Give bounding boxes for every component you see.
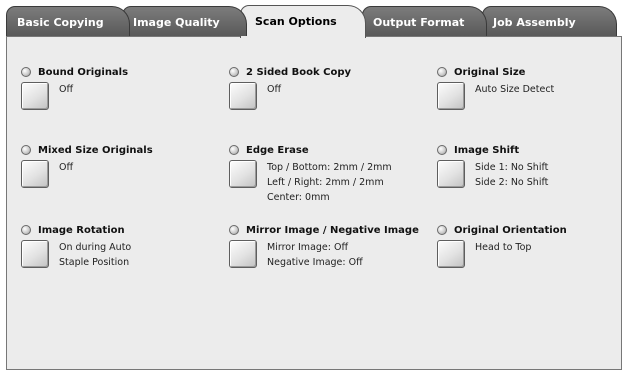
original-size-indicator-icon [437,67,447,77]
two-sided-book-copy-value: Off [267,84,282,95]
tab-basic-copying[interactable]: Basic Copying [6,6,130,36]
mixed-size-originals-indicator-icon [21,145,31,155]
original-orientation-value: Head to Top [475,242,532,253]
image-shift-button[interactable] [437,160,465,188]
edge-erase-title: Edge Erase [246,144,309,156]
original-orientation-indicator-icon [437,225,447,235]
original-orientation-option: Original Orientation Head to Top [437,223,567,268]
edge-erase-option: Edge Erase Top / Bottom: 2mm / 2mm Left … [229,143,392,203]
two-sided-book-copy-option: 2 Sided Book Copy Off [229,65,352,110]
image-shift-option: Image Shift Side 1: No Shift Side 2: No … [437,143,548,188]
tab-image-quality[interactable]: Image Quality [122,6,247,36]
edge-erase-center-value: Center: 0mm [267,192,330,203]
image-shift-side1-value: Side 1: No Shift [475,162,549,173]
image-rotation-title: Image Rotation [38,224,125,236]
edge-erase-indicator-icon [229,145,239,155]
edge-erase-button[interactable] [229,160,257,188]
original-size-title: Original Size [454,66,526,78]
tab-job-assembly[interactable]: Job Assembly [482,6,617,36]
negative-image-value: Negative Image: Off [267,257,363,268]
mixed-size-originals-button[interactable] [21,160,49,188]
two-sided-book-copy-button[interactable] [229,82,257,110]
mixed-size-originals-option: Mixed Size Originals Off [21,143,153,188]
image-rotation-option: Image Rotation On during Auto Staple Pos… [21,223,131,268]
image-rotation-value-line2: Staple Position [59,257,130,268]
image-rotation-indicator-icon [21,225,31,235]
tab-bar: Basic Copying Image Quality Scan Options… [0,0,628,38]
mirror-image-value: Mirror Image: Off [267,242,349,253]
edge-erase-top-bottom-value: Top / Bottom: 2mm / 2mm [267,162,392,173]
tab-output-format[interactable]: Output Format [362,6,487,36]
tab-scan-options[interactable]: Scan Options [240,5,366,38]
image-shift-side2-value: Side 2: No Shift [475,177,549,188]
two-sided-book-copy-indicator-icon [229,67,239,77]
bound-originals-title: Bound Originals [38,66,129,78]
mixed-size-originals-value: Off [59,162,74,173]
scan-options-panel: Bound Originals Off 2 Sided Book Copy Of… [6,36,622,370]
mirror-negative-image-button[interactable] [229,240,257,268]
mirror-negative-image-option: Mirror Image / Negative Image Mirror Ima… [229,223,419,268]
bound-originals-option: Bound Originals Off [21,65,129,110]
edge-erase-left-right-value: Left / Right: 2mm / 2mm [267,177,384,188]
original-size-option: Original Size Auto Size Detect [437,65,554,110]
bound-originals-indicator-icon [21,67,31,77]
bound-originals-value: Off [59,84,74,95]
original-orientation-title: Original Orientation [454,224,567,236]
original-size-value: Auto Size Detect [475,84,555,95]
mixed-size-originals-title: Mixed Size Originals [38,144,153,156]
original-size-button[interactable] [437,82,465,110]
image-shift-title: Image Shift [454,144,520,156]
mirror-negative-image-title: Mirror Image / Negative Image [246,224,419,236]
image-shift-indicator-icon [437,145,447,155]
bound-originals-button[interactable] [21,82,49,110]
mirror-negative-image-indicator-icon [229,225,239,235]
image-rotation-button[interactable] [21,240,49,268]
image-rotation-value-line1: On during Auto [59,242,132,253]
two-sided-book-copy-title: 2 Sided Book Copy [246,66,352,78]
original-orientation-button[interactable] [437,240,465,268]
